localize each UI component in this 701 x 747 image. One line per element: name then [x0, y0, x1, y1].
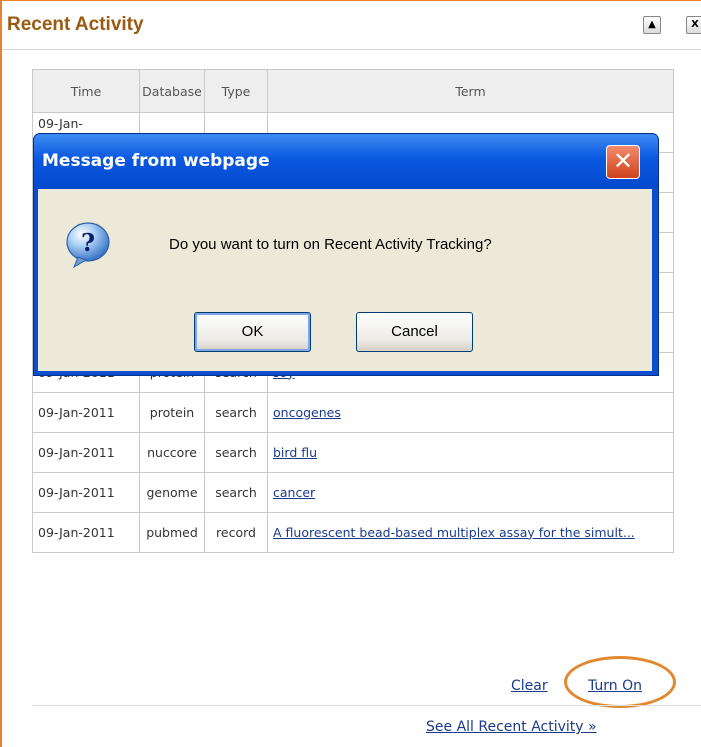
dialog-title: Message from webpage	[42, 151, 270, 171]
table-row: 09-Jan-2011 pubmed record A fluorescent …	[32, 512, 674, 553]
table-row: 09-Jan-2011 nuccore search bird flu	[32, 432, 674, 473]
table-cell-term: cancer	[267, 472, 674, 513]
clear-link[interactable]: Clear	[511, 678, 548, 694]
dialog-close-button[interactable]: ✕	[606, 145, 640, 179]
table-cell-database: pubmed	[139, 512, 205, 553]
panel-title: Recent Activity	[7, 14, 144, 35]
column-header-time: Time	[32, 69, 140, 113]
term-link[interactable]: oncogenes	[273, 405, 341, 420]
table-cell-type: search	[204, 392, 268, 433]
table-row: 09-Jan-2011 genome search cancer	[32, 472, 674, 513]
table-cell-type: search	[204, 472, 268, 513]
panel-header: Recent Activity ▲ X	[2, 0, 701, 50]
table-cell-database: nuccore	[139, 432, 205, 473]
dialog-titlebar[interactable]: Message from webpage ✕	[34, 134, 658, 189]
question-icon: ?	[66, 222, 110, 269]
column-header-term: Term	[267, 69, 674, 113]
turn-on-link[interactable]: Turn On	[588, 678, 642, 694]
close-panel-button[interactable]: X	[686, 16, 701, 34]
table-cell-term: bird flu	[267, 432, 674, 473]
column-header-type: Type	[204, 69, 268, 113]
table-cell-time: 09-Jan-2011	[32, 432, 140, 473]
partial-time: 09-Jan-	[38, 116, 83, 131]
table-cell-type: search	[204, 432, 268, 473]
column-header-database: Database	[139, 69, 205, 113]
ok-button[interactable]: OK	[194, 312, 311, 352]
table-cell-term: A fluorescent bead-based multiplex assay…	[267, 512, 674, 553]
collapse-button[interactable]: ▲	[643, 16, 661, 34]
dialog-body: ? Do you want to turn on Recent Activity…	[38, 189, 652, 371]
table-row: 09-Jan-2011 protein search oncogenes	[32, 392, 674, 433]
table-cell-time: 09-Jan-2011	[32, 392, 140, 433]
term-link[interactable]: bird flu	[273, 445, 317, 460]
table-cell-time: 09-Jan-2011	[32, 512, 140, 553]
dialog-message: Do you want to turn on Recent Activity T…	[169, 236, 492, 253]
table-cell-database: genome	[139, 472, 205, 513]
table-cell-time: 09-Jan-2011	[32, 472, 140, 513]
table-cell-type: record	[204, 512, 268, 553]
svg-text:?: ?	[81, 228, 95, 257]
table-cell-database: protein	[139, 392, 205, 433]
table-cell-term: oncogenes	[267, 392, 674, 433]
cancel-button[interactable]: Cancel	[356, 312, 473, 352]
term-link[interactable]: cancer	[273, 485, 315, 500]
see-all-recent-activity-link[interactable]: See All Recent Activity »	[426, 719, 597, 735]
confirm-dialog: Message from webpage ✕ ? Do you want to …	[33, 133, 659, 376]
term-link[interactable]: A fluorescent bead-based multiplex assay…	[273, 525, 635, 540]
footer-divider	[32, 705, 701, 706]
